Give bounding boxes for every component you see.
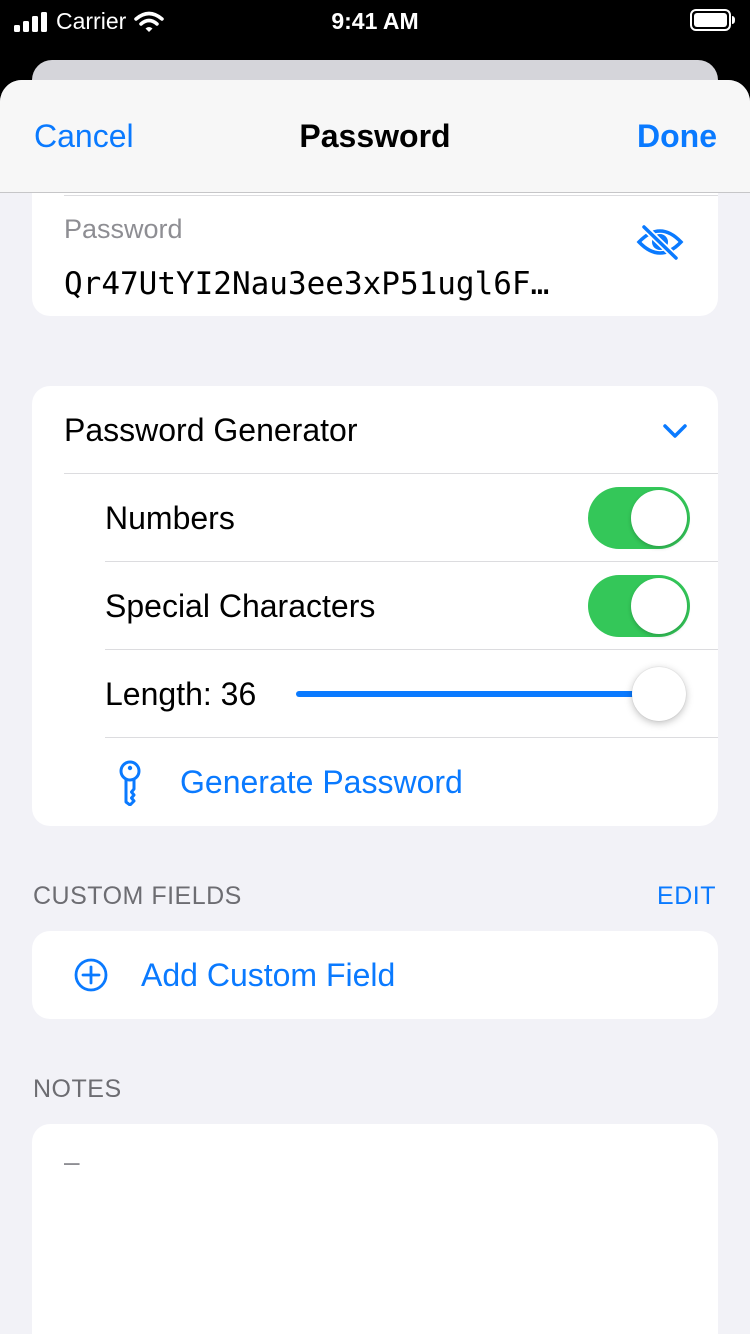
password-label: Password [64,214,183,244]
navigation-bar: Cancel Password Done [0,80,750,193]
plus-circle-icon [74,958,108,992]
notes-textarea[interactable]: – [32,1124,718,1334]
chevron-down-icon [663,424,687,438]
length-row: Length: 36 [32,650,718,738]
length-slider-thumb[interactable] [632,667,686,721]
custom-fields-header: CUSTOM FIELDS [33,882,242,910]
password-value-field[interactable]: Qr47UtYI2Nau3ee3xP51ugl6F… [64,266,624,302]
password-sheet: Cancel Password Done Password Qr47UtYI2N… [0,80,750,1334]
numbers-option-row: Numbers [32,474,718,562]
special-characters-label: Special Characters [105,588,376,624]
special-characters-option-row: Special Characters [32,562,718,650]
notes-placeholder: – [64,1146,80,1177]
status-bar: Carrier 9:41 AM [0,0,750,40]
key-icon [119,760,141,806]
divider [64,195,718,196]
battery-icon [690,9,735,31]
generate-password-button[interactable]: Generate Password [32,738,718,826]
notes-header: NOTES [33,1075,122,1103]
done-button[interactable]: Done [637,118,717,155]
toggle-knob [631,490,687,546]
status-time: 9:41 AM [331,8,419,34]
generate-password-label: Generate Password [180,764,463,800]
generator-header-row[interactable]: Password Generator [32,386,718,474]
length-slider-track[interactable] [296,691,660,697]
generator-title: Password Generator [64,412,358,448]
numbers-toggle[interactable] [588,487,690,549]
special-characters-toggle[interactable] [588,575,690,637]
toggle-knob [631,578,687,634]
length-label: Length: 36 [105,676,257,712]
status-bar-right [690,9,736,37]
add-custom-field-button[interactable]: Add Custom Field [32,931,718,1019]
numbers-label: Numbers [105,500,235,536]
edit-custom-fields-button[interactable]: EDIT [657,882,716,911]
eye-slash-icon[interactable] [636,222,684,262]
password-generator-card: Password Generator Numbers Special Chara… [32,386,718,826]
add-custom-field-label: Add Custom Field [141,957,396,993]
